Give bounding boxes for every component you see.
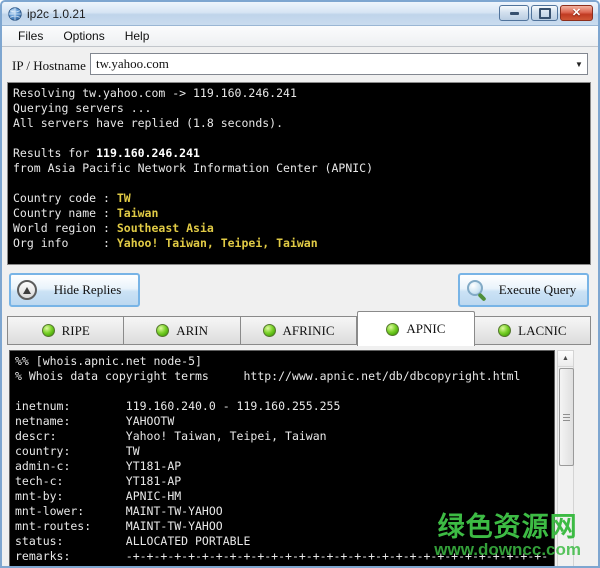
green-led-icon [263,324,276,337]
tab-apnic-label: APNIC [406,321,445,337]
tab-arin[interactable]: ARIN [124,316,240,345]
terminal-line: Resolving tw.yahoo.com -> 119.160.246.24… [13,86,585,101]
terminal-line: Country code : TW [13,191,585,206]
tab-arin-label: ARIN [176,323,208,339]
terminal-line: mnt-routes: MAINT-TW-YAHOO [15,519,549,534]
execute-query-label: Execute Query [488,282,587,298]
terminal-line: Querying servers ... [13,101,585,116]
tab-lacnic[interactable]: LACNIC [475,316,591,345]
green-led-icon [42,324,55,337]
terminal-line: %% [whois.apnic.net node-5] [15,354,549,369]
tab-afrinic-label: AFRINIC [283,323,335,339]
results-terminal: Resolving tw.yahoo.com -> 119.160.246.24… [7,82,591,265]
tab-ripe[interactable]: RIPE [7,316,124,345]
registry-tab-bar: RIPE ARIN AFRINIC APNIC LACNIC [7,310,591,345]
terminal-line [15,384,549,399]
terminal-line: Results for 119.160.246.241 [13,146,585,161]
search-icon [466,279,488,301]
hide-replies-label: Hide Replies [37,282,138,298]
execute-query-button[interactable]: Execute Query [458,273,589,307]
circle-up-arrow-icon [17,280,37,300]
whois-terminal: %% [whois.apnic.net node-5]% Whois data … [9,350,555,568]
scroll-up-arrow-icon[interactable]: ▲ [558,351,573,367]
terminal-line: inetnum: 119.160.240.0 - 119.160.255.255 [15,399,549,414]
window-title: ip2c 1.0.21 [27,7,86,21]
green-led-icon [156,324,169,337]
globe-icon [8,7,22,21]
menu-files[interactable]: Files [8,27,53,45]
ip-hostname-combobox[interactable]: tw.yahoo.com ▼ [90,53,588,75]
window-controls: ✕ [499,5,593,21]
terminal-line: from Asia Pacific Network Information Ce… [13,161,585,176]
terminal-line: country: TW [15,444,549,459]
terminal-line: tech-c: YT181-AP [15,474,549,489]
thumb-grip-icon [563,414,570,421]
whois-scrollbar[interactable]: ▲ [557,350,574,568]
green-led-icon [386,323,399,336]
terminal-line: admin-c: YT181-AP [15,459,549,474]
ip-hostname-value: tw.yahoo.com [91,56,571,72]
terminal-line: descr: Yahoo! Taiwan, Teipei, Taiwan [15,429,549,444]
minimize-icon [510,12,519,15]
terminal-line: mnt-lower: MAINT-TW-YAHOO [15,504,549,519]
terminal-line: mnt-by: APNIC-HM [15,489,549,504]
menu-bar: Files Options Help [2,26,598,47]
maximize-icon [539,8,551,19]
scrollbar-thumb[interactable] [559,368,574,466]
green-led-icon [498,324,511,337]
terminal-line: remarks: This object can only be updated… [15,564,549,568]
terminal-line: % Whois data copyright terms http://www.… [15,369,549,384]
tab-lacnic-label: LACNIC [518,323,566,339]
tab-afrinic[interactable]: AFRINIC [241,316,357,345]
terminal-line: All servers have replied (1.8 seconds). [13,116,585,131]
close-button[interactable]: ✕ [560,5,593,21]
close-icon: ✕ [572,8,581,19]
terminal-line: remarks: -+-+-+-+-+-+-+-+-+-+-+-+-+-+-+-… [15,549,549,564]
terminal-line: status: ALLOCATED PORTABLE [15,534,549,549]
terminal-line: Country name : Taiwan [13,206,585,221]
title-bar: ip2c 1.0.21 ✕ [2,2,598,26]
hide-replies-button[interactable]: Hide Replies [9,273,140,307]
terminal-line [13,131,585,146]
client-area: IP / Hostname tw.yahoo.com ▼ Resolving t… [2,47,598,568]
terminal-line: Org info : Yahoo! Taiwan, Teipei, Taiwan [13,236,585,251]
tab-apnic[interactable]: APNIC [357,311,474,346]
tab-ripe-label: RIPE [62,323,90,339]
terminal-line: World region : Southeast Asia [13,221,585,236]
terminal-line [13,176,585,191]
ip-hostname-label: IP / Hostname [12,58,86,74]
app-window: ip2c 1.0.21 ✕ Files Options Help IP / Ho… [0,0,600,568]
maximize-button[interactable] [531,5,558,21]
menu-help[interactable]: Help [115,27,160,45]
minimize-button[interactable] [499,5,529,21]
menu-options[interactable]: Options [53,27,114,45]
terminal-line: netname: YAHOOTW [15,414,549,429]
chevron-down-icon[interactable]: ▼ [571,60,587,69]
